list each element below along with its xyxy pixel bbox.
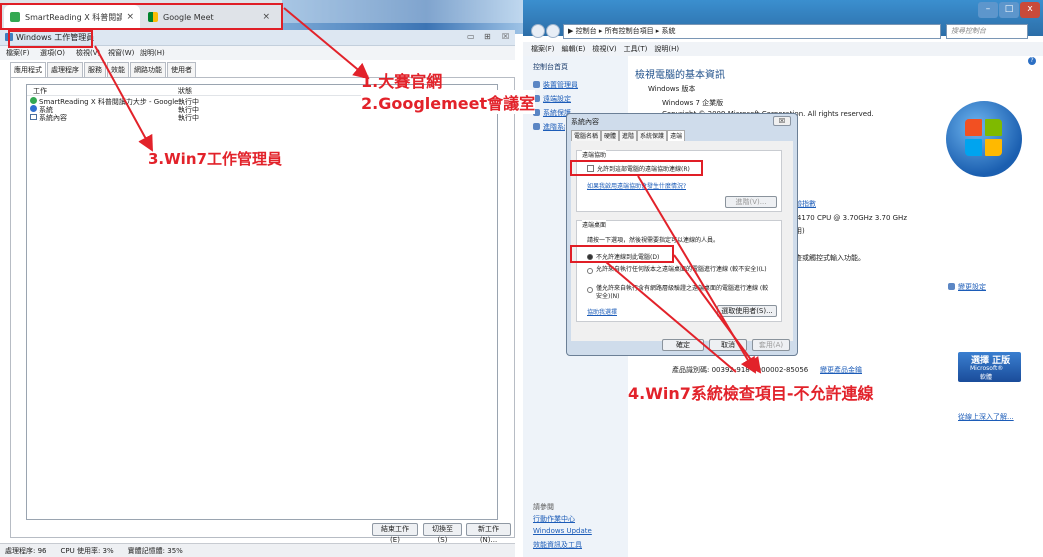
annotation-4: 4.Win7系統檢查項目-不允許連線 xyxy=(628,384,874,403)
annotation-2: 2.Googlemeet會議室 xyxy=(361,90,536,114)
annotation-3: 3.Win7工作管理員 xyxy=(148,150,282,168)
annotation-arrows xyxy=(94,7,762,374)
annotation-1: 1.大賽官網 xyxy=(361,72,443,91)
